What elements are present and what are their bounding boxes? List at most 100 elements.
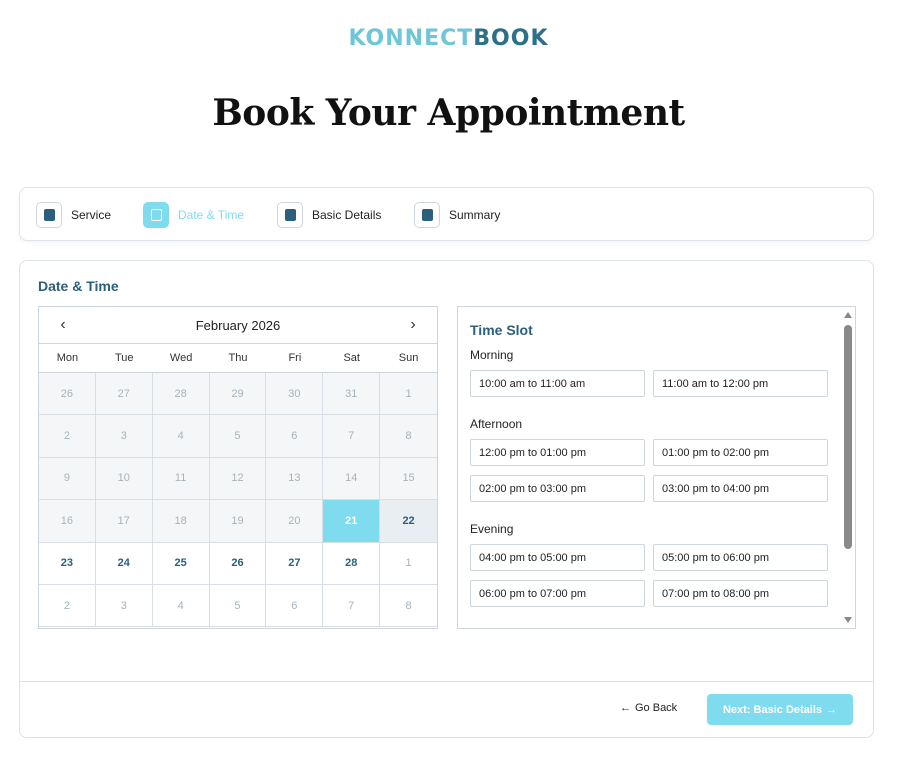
weekday-header: Sat: [323, 344, 381, 373]
time-slot-button[interactable]: 01:00 pm to 02:00 pm: [653, 439, 828, 466]
brand-logo-part2: BOOK: [473, 26, 549, 51]
calendar: ‹ February 2026 › Mon Tue Wed Thu Fri Sat Sun 2…: [38, 306, 438, 629]
calendar-day: 17: [95, 500, 153, 543]
calendar-day: 2: [39, 584, 96, 628]
weekday-header: Thu: [209, 344, 267, 373]
calendar-day: 3: [95, 415, 153, 458]
calendar-day: 7: [323, 415, 381, 458]
time-slot-group: Evening 04:00 pm to 05:00 pm 05:00 pm to 0…: [470, 522, 841, 607]
arrow-right-icon: →: [826, 703, 838, 716]
calendar-day: 15: [380, 457, 437, 501]
calendar-grid: Mon Tue Wed Thu Fri Sat Sun 26 27 28 29 30 31 1 2 3 4 5 6 7…: [39, 344, 437, 628]
calendar-day: 4: [152, 584, 210, 628]
calendar-day: 4: [152, 415, 210, 458]
footer-divider: [20, 681, 873, 682]
calendar-day: 8: [380, 415, 437, 458]
page-title: Book Your Appointment: [212, 92, 685, 134]
time-slot-list: Time Slot Morning 10:00 am to 11:00 am 11:…: [458, 307, 841, 627]
service-icon: [36, 202, 62, 228]
calendar-day: 26: [39, 373, 96, 416]
calendar-day: 29: [209, 373, 267, 416]
time-slot-scrollbar[interactable]: [841, 307, 855, 628]
chevron-left-icon[interactable]: ‹: [55, 316, 71, 334]
calendar-day[interactable]: 24: [95, 542, 153, 585]
date-time-panel: Date & Time ‹ February 2026 › Mon Tue Wed T…: [19, 260, 874, 738]
time-slot-group: Afternoon 12:00 pm to 01:00 pm 01:00 pm to…: [470, 417, 841, 502]
time-slot-button[interactable]: 04:00 pm to 05:00 pm: [470, 544, 645, 571]
step-service-label: Service: [71, 208, 112, 222]
weekday-header: Sun: [380, 344, 437, 373]
calendar-day: 8: [380, 584, 437, 628]
calendar-day: 13: [266, 457, 324, 501]
go-back-button[interactable]: ← Go Back: [620, 702, 677, 714]
scrollbar-thumb[interactable]: [844, 325, 852, 549]
step-summary[interactable]: Summary: [414, 202, 500, 228]
calendar-day[interactable]: 26: [209, 542, 267, 585]
time-slot-button[interactable]: 03:00 pm to 04:00 pm: [653, 475, 828, 502]
step-basic-details-label: Basic Details: [312, 208, 382, 222]
scroll-up-icon[interactable]: [844, 312, 852, 318]
time-period-label: Afternoon: [470, 417, 523, 431]
calendar-day: 18: [152, 500, 210, 543]
scroll-down-icon[interactable]: [844, 617, 852, 623]
calendar-day: 6: [266, 415, 324, 458]
time-slot-panel: Time Slot Morning 10:00 am to 11:00 am 11:…: [457, 306, 856, 629]
time-period-label: Evening: [470, 522, 514, 536]
time-slot-button[interactable]: 02:00 pm to 03:00 pm: [470, 475, 645, 502]
calendar-day: 5: [209, 584, 267, 628]
go-back-label: Go Back: [635, 702, 678, 714]
weekday-header: Fri: [266, 344, 324, 373]
calendar-day: 1: [380, 373, 437, 416]
time-slot-button[interactable]: 07:00 pm to 08:00 pm: [653, 580, 828, 607]
step-summary-label: Summary: [449, 208, 501, 222]
calendar-day: 28: [152, 373, 210, 416]
brand-logo-part1: KONNECT: [348, 26, 474, 51]
step-service[interactable]: Service: [36, 202, 111, 228]
calendar-day: 30: [266, 373, 324, 416]
calendar-day[interactable]: 23: [39, 542, 96, 585]
checklist-icon: [414, 202, 440, 228]
time-period-label: Morning: [470, 348, 514, 362]
calendar-day: 1: [380, 542, 437, 585]
calendar-day: 10: [95, 457, 153, 501]
time-slot-button[interactable]: 10:00 am to 11:00 am: [470, 370, 645, 397]
calendar-day: 9: [39, 457, 96, 501]
calendar-day: 27: [95, 373, 153, 416]
time-slot-button[interactable]: 11:00 am to 12:00 pm: [653, 370, 828, 397]
calendar-day: 6: [266, 584, 324, 628]
step-date-time[interactable]: Date & Time: [143, 202, 244, 228]
calendar-day: 16: [39, 500, 96, 543]
next-label: Next: Basic Details: [722, 703, 823, 716]
time-slot-group: Morning 10:00 am to 11:00 am 11:00 am to 1…: [470, 348, 841, 397]
brand-logo: KONNECTBOOK: [0, 26, 897, 51]
time-slot-title: Time Slot: [470, 322, 533, 338]
calendar-day: 5: [209, 415, 267, 458]
calendar-month-label: February 2026: [195, 317, 281, 333]
weekday-header: Tue: [95, 344, 153, 373]
calendar-day: 3: [95, 584, 153, 628]
time-slot-button[interactable]: 06:00 pm to 07:00 pm: [470, 580, 645, 607]
calendar-day: 14: [323, 457, 381, 501]
time-slot-button[interactable]: 12:00 pm to 01:00 pm: [470, 439, 645, 466]
progress-steps: Service Date & Time Basic Details Summar…: [19, 187, 874, 241]
calendar-day: 31: [323, 373, 381, 416]
calendar-day: 11: [152, 457, 210, 501]
calendar-day-selected[interactable]: 21: [323, 500, 381, 543]
section-title: Date & Time: [38, 278, 119, 294]
chevron-right-icon[interactable]: ›: [405, 316, 421, 334]
time-slot-button[interactable]: 05:00 pm to 06:00 pm: [653, 544, 828, 571]
step-date-time-label: Date & Time: [178, 208, 245, 222]
calendar-header: ‹ February 2026 ›: [39, 307, 437, 344]
calendar-day[interactable]: 25: [152, 542, 210, 585]
calendar-day[interactable]: 28: [323, 542, 381, 585]
calendar-day: 19: [209, 500, 267, 543]
calendar-day: 12: [209, 457, 267, 501]
weekday-header: Wed: [152, 344, 210, 373]
calendar-icon: [143, 202, 169, 228]
document-icon: [277, 202, 303, 228]
calendar-day[interactable]: 22: [380, 500, 437, 543]
calendar-day: 20: [266, 500, 324, 543]
calendar-day[interactable]: 27: [266, 542, 324, 585]
next-button[interactable]: Next: Basic Details →: [707, 694, 853, 725]
step-basic-details[interactable]: Basic Details: [277, 202, 381, 228]
